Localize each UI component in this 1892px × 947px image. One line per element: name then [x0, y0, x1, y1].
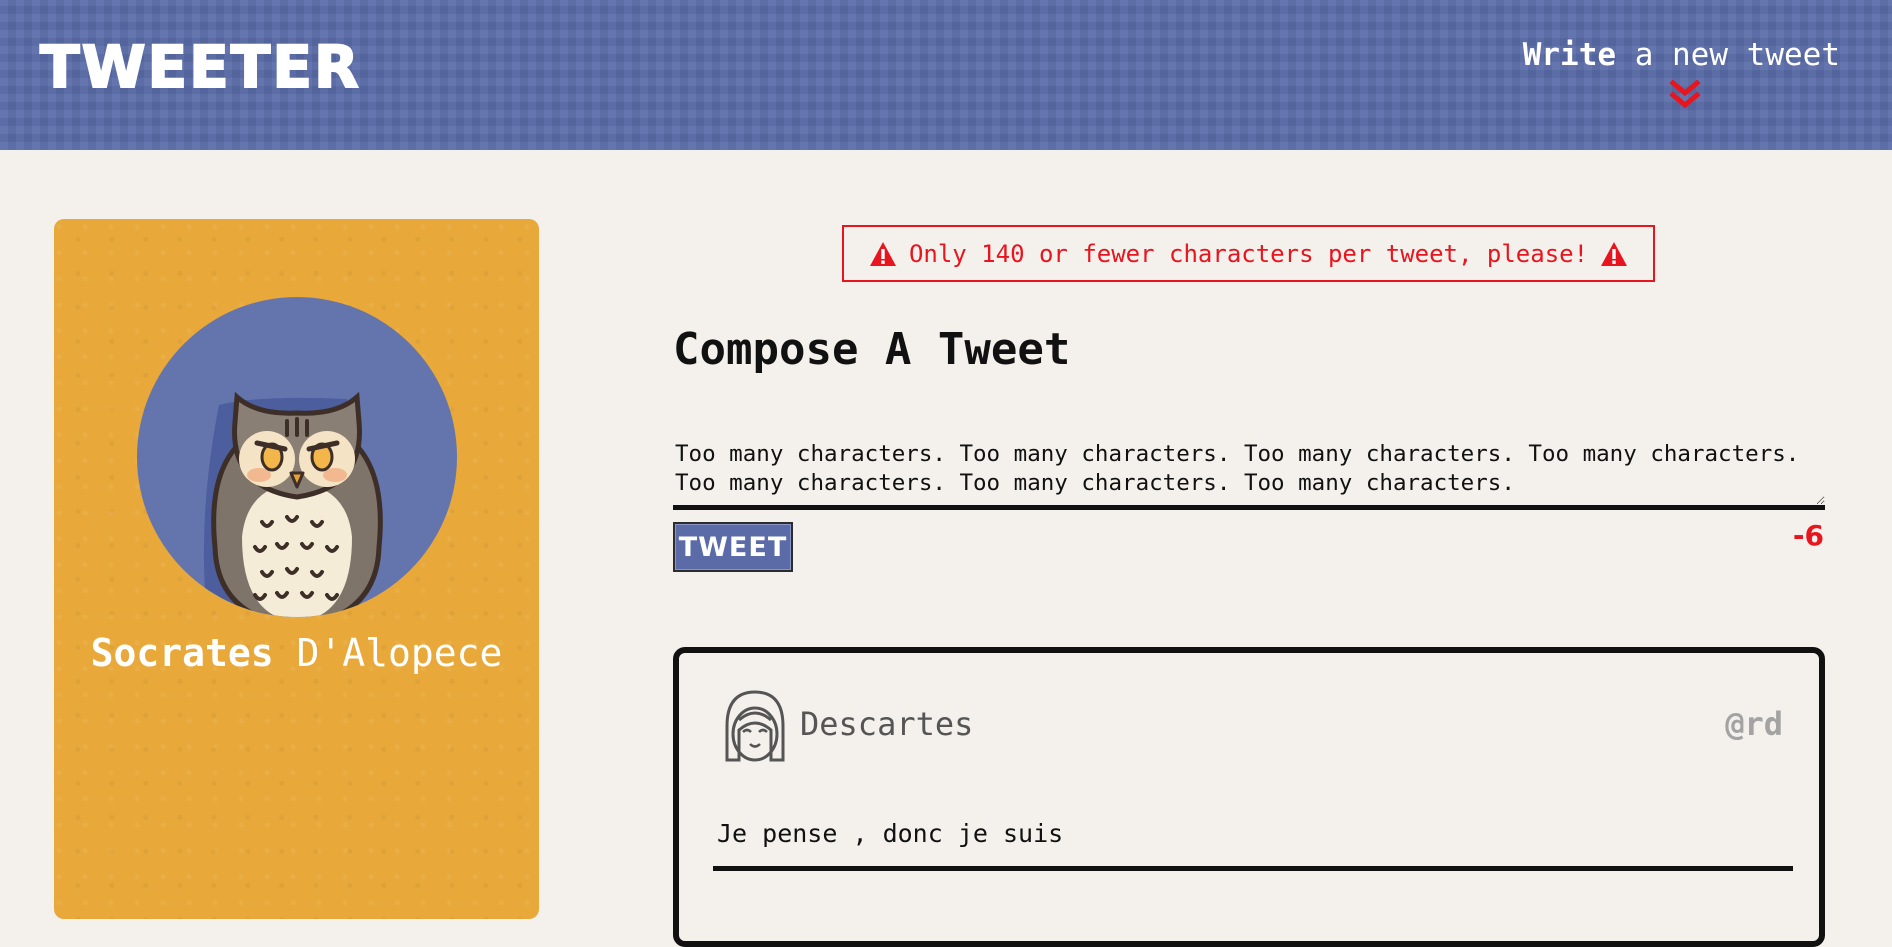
profile-last-name: D'Alopece [273, 631, 503, 675]
profile-card: Socrates D'Alopece [54, 219, 539, 919]
smiling-face-avatar-icon [725, 690, 785, 762]
profile-first-name: Socrates [90, 631, 274, 675]
app-logo[interactable]: TWEETER [39, 37, 361, 97]
tweet-content: Je pense , donc je suis [717, 819, 1064, 848]
nav-write-rest: a new tweet [1616, 37, 1840, 73]
tweet-card: Descartes @rd Je pense , donc je suis [673, 647, 1825, 947]
owl-avatar-icon [203, 391, 383, 617]
profile-name: Socrates D'Alopece [54, 631, 539, 675]
warning-triangle-icon [869, 241, 896, 266]
nav-write-bold: Write [1522, 37, 1617, 73]
compose-title: Compose A Tweet [673, 324, 1071, 375]
tweet-submit-button[interactable]: TWEET [673, 522, 793, 572]
tweet-text-input[interactable] [673, 440, 1825, 510]
tweet-author-name: Descartes [800, 705, 974, 743]
double-chevron-down-icon[interactable] [1668, 80, 1702, 110]
top-nav-bar: TWEETER Write a new tweet [0, 0, 1892, 150]
error-message-banner: Only 140 or fewer characters per tweet, … [842, 225, 1655, 282]
tweet-divider [713, 866, 1793, 871]
warning-triangle-icon [1601, 241, 1628, 266]
write-new-tweet-link[interactable]: Write a new tweet [1523, 40, 1840, 71]
character-counter: -6 [1792, 519, 1824, 552]
tweet-author-handle: @rd [1725, 705, 1783, 743]
error-message-text: Only 140 or fewer characters per tweet, … [908, 239, 1589, 268]
profile-avatar [137, 297, 457, 617]
